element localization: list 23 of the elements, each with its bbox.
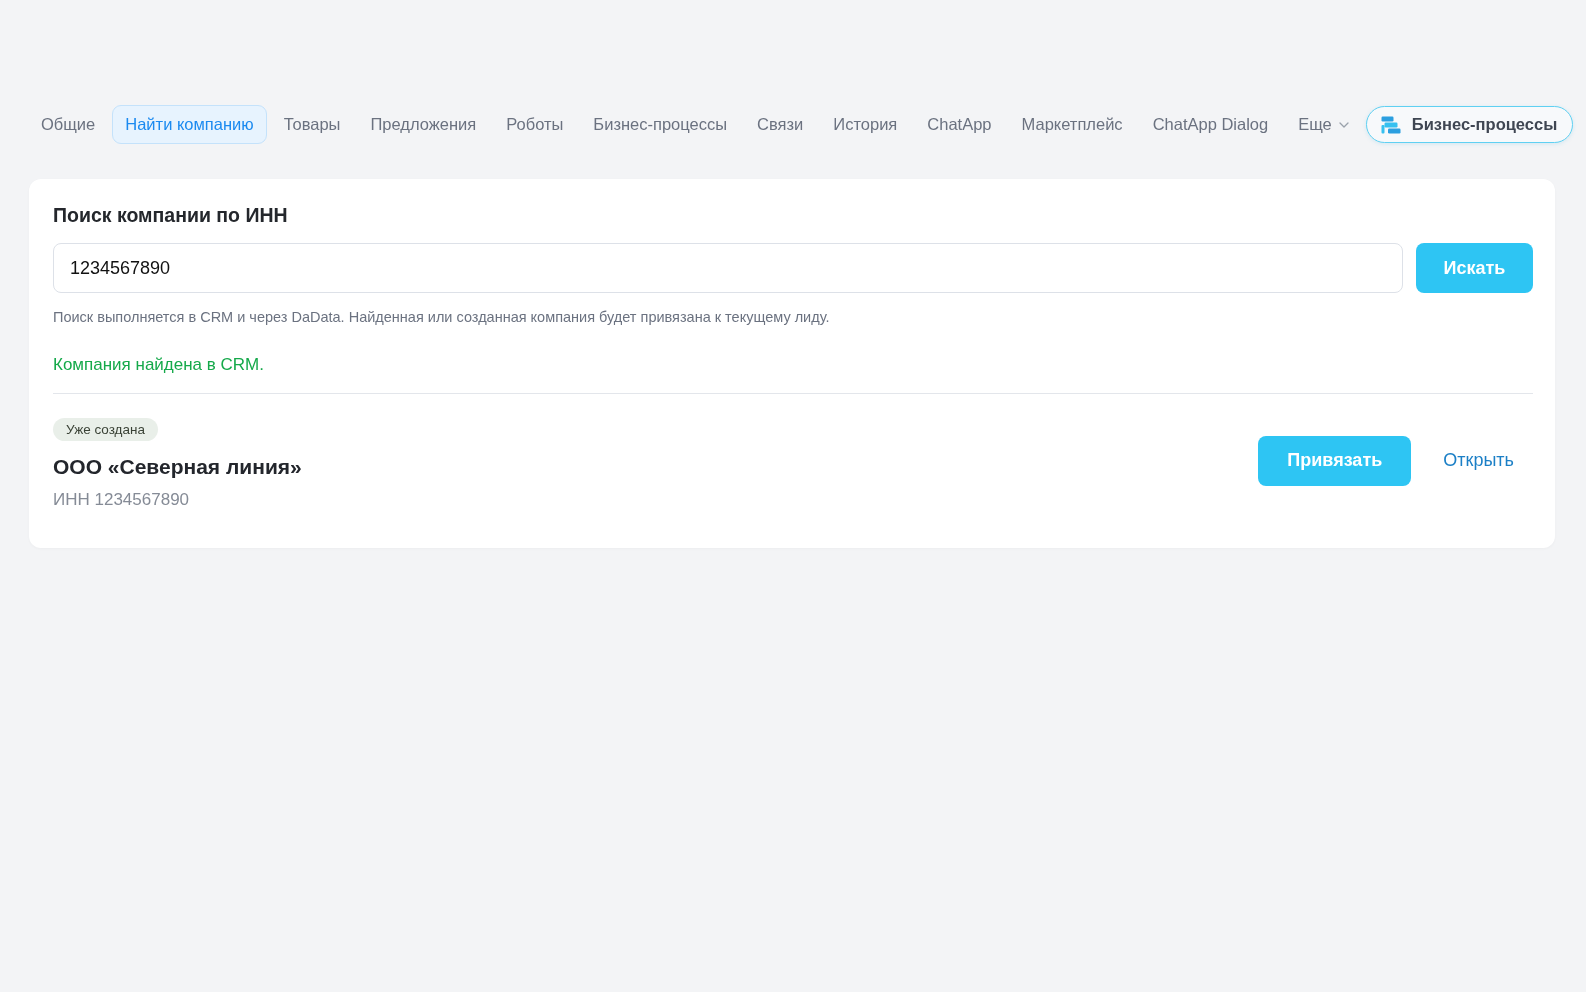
open-link[interactable]: Открыть (1443, 450, 1514, 471)
tab[interactable]: Найти компанию (112, 105, 267, 144)
inn-input-field[interactable]: 1234567890 (53, 243, 1403, 293)
tab[interactable]: Роботы (493, 105, 577, 144)
tab[interactable]: Товары (270, 105, 354, 144)
tab[interactable]: Предложения (357, 105, 490, 144)
business-process-button[interactable]: Бизнес-процессы (1365, 106, 1574, 143)
status-message: Компания найдена в CRM. (53, 354, 265, 376)
tab[interactable]: История (820, 105, 911, 144)
tab[interactable]: Бизнес-процессы (580, 105, 741, 144)
tab[interactable]: Связи (744, 105, 817, 144)
tab[interactable]: ChatApp (914, 105, 1005, 144)
tab[interactable]: Общие (28, 105, 109, 144)
tab[interactable]: Еще (1285, 105, 1362, 144)
hint-text: Поиск выполняется в CRM и через DaData. Найденная или созданная компания будет привязана к текущему лиду. (53, 308, 831, 327)
tab[interactable]: Маркетплейс (1008, 105, 1136, 144)
chevron-down-icon (1338, 121, 1349, 128)
stacked-bars-icon (1380, 115, 1401, 134)
tab[interactable]: ChatApp Dialog (1139, 105, 1282, 144)
company-inn: ИНН 1234567890 (53, 489, 190, 511)
company-name: ООО «Северная линия» (53, 454, 302, 480)
section-title: Поиск компании по ИНН (53, 203, 289, 227)
status-badge: Уже создана (53, 418, 158, 441)
